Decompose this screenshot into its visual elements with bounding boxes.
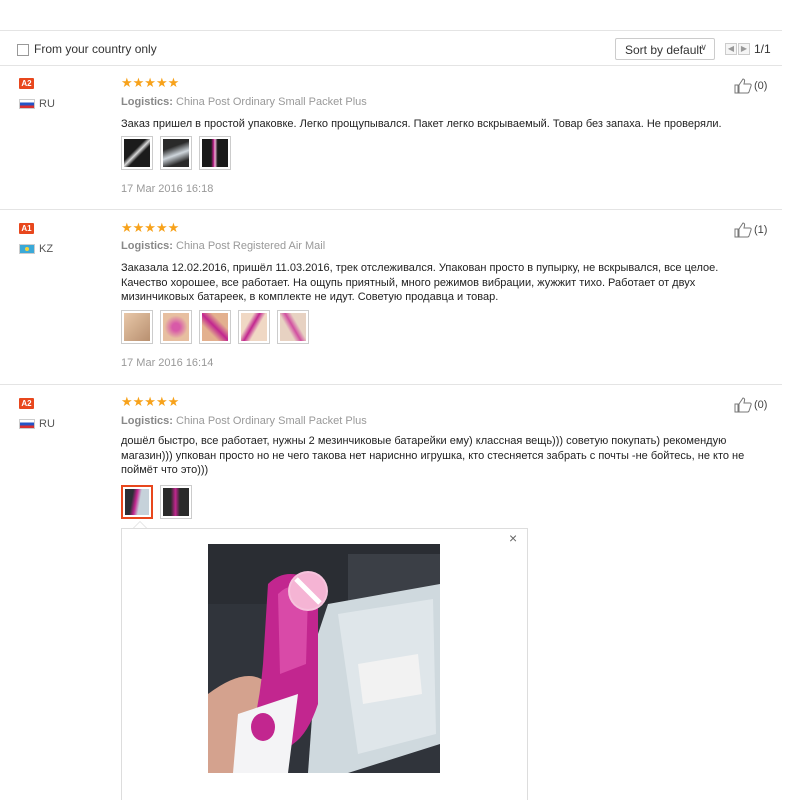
- review-photo-thumb[interactable]: [121, 310, 153, 344]
- next-page-button[interactable]: ▶: [738, 43, 750, 55]
- helpful-button[interactable]: (0): [734, 397, 767, 413]
- thumbs-up-icon: [734, 222, 752, 238]
- logistics-label: Logistics:: [121, 96, 173, 108]
- review-photo-thumb[interactable]: [160, 136, 192, 170]
- page-count: 1/1: [754, 42, 771, 56]
- country-code: RU: [39, 418, 55, 430]
- helpful-button[interactable]: (1): [734, 222, 767, 238]
- close-icon[interactable]: ×: [509, 531, 517, 545]
- helpful-count: (0): [754, 80, 768, 92]
- helpful-button[interactable]: (0): [734, 78, 767, 94]
- logistics-info: Logistics: China Post Ordinary Small Pac…: [121, 415, 367, 427]
- review-photos: [121, 310, 309, 344]
- thumbs-up-icon: [734, 397, 752, 413]
- review-text: Заказала 12.02.2016, пришёл 11.03.2016, …: [121, 262, 719, 303]
- review-text: Заказ пришел в простой упаковке. Легко п…: [121, 118, 722, 130]
- review-photo-thumb[interactable]: [277, 310, 309, 344]
- buyer-level-badge: A2: [19, 398, 34, 409]
- country-filter-checkbox[interactable]: [17, 44, 29, 56]
- review-photos: [121, 485, 192, 519]
- flag-ru-icon: [19, 99, 35, 109]
- review-item: A1 KZ ★★★★★ Logistics: China Post Regist…: [0, 210, 782, 385]
- prev-page-button[interactable]: ◀: [725, 43, 737, 55]
- buyer-level-badge: A2: [19, 78, 34, 89]
- flag-kz-icon: [19, 244, 35, 254]
- review-photo-thumb-selected[interactable]: [121, 485, 153, 519]
- review-text: дошёл быстро, все работает, нужны 2 мези…: [121, 435, 745, 476]
- buyer-level-badge: A1: [19, 223, 34, 234]
- review-photo-thumb[interactable]: [160, 310, 192, 344]
- thumbs-up-icon: [734, 78, 752, 94]
- helpful-count: (1): [754, 224, 768, 236]
- helpful-count: (0): [754, 399, 768, 411]
- logistics-value: China Post Ordinary Small Packet Plus: [176, 96, 367, 108]
- sort-label: Sort by default: [625, 43, 703, 57]
- star-rating: ★★★★★: [121, 75, 180, 90]
- review-photo-thumb[interactable]: [199, 136, 231, 170]
- logistics-value: China Post Registered Air Mail: [176, 240, 326, 252]
- review-date: 17 Mar 2016 16:14: [121, 357, 214, 369]
- country-code: KZ: [39, 243, 54, 255]
- review-date: 17 Mar 2016 16:18: [121, 183, 214, 195]
- review-photo-large: [208, 544, 440, 773]
- review-toolbar: From your country only Sort by default ∨…: [0, 30, 782, 66]
- review-photo-thumb[interactable]: [121, 136, 153, 170]
- country-code: RU: [39, 98, 55, 110]
- logistics-info: Logistics: China Post Registered Air Mai…: [121, 240, 325, 252]
- review-photo-thumb[interactable]: [160, 485, 192, 519]
- flag-ru-icon: [19, 419, 35, 429]
- logistics-label: Logistics:: [121, 240, 173, 252]
- logistics-info: Logistics: China Post Ordinary Small Pac…: [121, 96, 367, 108]
- logistics-value: China Post Ordinary Small Packet Plus: [176, 415, 367, 427]
- review-photo-thumb[interactable]: [238, 310, 270, 344]
- review-photo-thumb[interactable]: [199, 310, 231, 344]
- sort-dropdown[interactable]: Sort by default ∨: [615, 38, 715, 60]
- chevron-down-icon: ∨: [700, 42, 707, 52]
- review-photos: [121, 136, 231, 170]
- logistics-label: Logistics:: [121, 415, 173, 427]
- product-photo: [208, 544, 440, 773]
- star-rating: ★★★★★: [121, 394, 180, 409]
- review-item: A2 RU ★★★★★ Logistics: China Post Ordina…: [0, 66, 782, 210]
- country-filter-label[interactable]: From your country only: [34, 42, 157, 56]
- star-rating: ★★★★★: [121, 220, 180, 235]
